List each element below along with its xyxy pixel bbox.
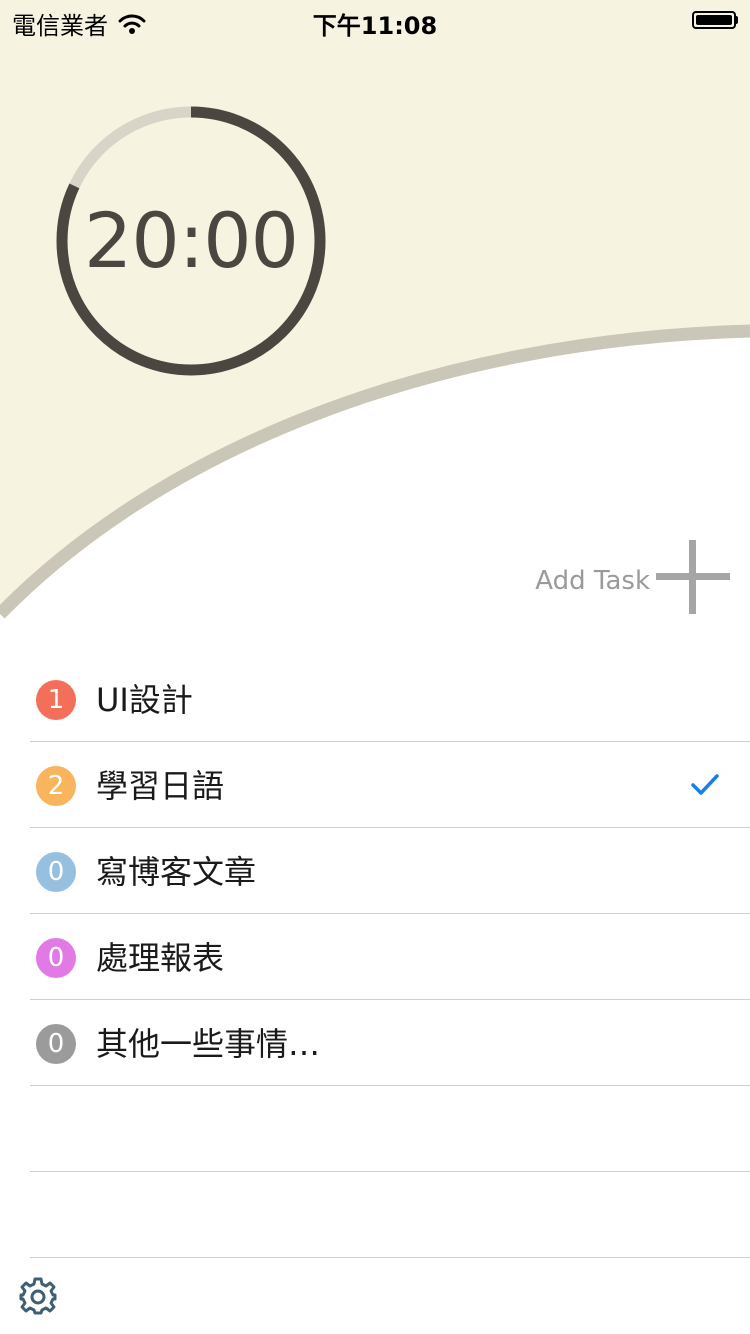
add-task-label: Add Task xyxy=(535,566,650,596)
gear-icon[interactable] xyxy=(16,1274,60,1318)
task-row-write-blog[interactable]: 0 寫博客文章 xyxy=(0,828,750,914)
task-row-ui-design[interactable]: 1 UI設計 xyxy=(0,656,750,742)
battery-tip xyxy=(735,16,738,24)
task-name: 寫博客文章 xyxy=(96,853,257,891)
battery-fill xyxy=(696,15,732,25)
task-row-process-reports[interactable]: 0 處理報表 xyxy=(0,914,750,1000)
task-row-other-things[interactable]: 0 其他一些事情… xyxy=(0,1000,750,1086)
task-count-badge: 0 xyxy=(36,1024,76,1064)
task-count-badge: 1 xyxy=(36,680,76,720)
battery-body xyxy=(692,11,736,29)
countdown-timer[interactable]: 20:00 xyxy=(56,106,326,376)
battery-icon xyxy=(692,11,738,29)
task-count-badge: 0 xyxy=(36,852,76,892)
task-count-badge: 0 xyxy=(36,938,76,978)
plus-icon xyxy=(656,540,730,614)
status-time: 下午11:08 xyxy=(312,12,438,40)
empty-row xyxy=(0,1086,750,1172)
add-task-button[interactable]: Add Task xyxy=(535,540,730,614)
task-count-badge: 2 xyxy=(36,766,76,806)
empty-row xyxy=(0,1172,750,1258)
task-list: 1 UI設計 2 學習日語 0 寫博客文章 0 處理報表 0 其他一些事情… xyxy=(0,656,750,1258)
task-name: UI設計 xyxy=(96,681,193,719)
task-name: 處理報表 xyxy=(96,939,225,977)
timer-display: 20:00 xyxy=(83,196,299,285)
status-bar: 電信業者 下午11:08 xyxy=(0,0,750,40)
task-name: 其他一些事情… xyxy=(96,1025,321,1063)
row-divider xyxy=(30,1257,750,1258)
task-row-study-japanese[interactable]: 2 學習日語 xyxy=(0,742,750,828)
task-name: 學習日語 xyxy=(96,767,225,805)
checkmark-icon xyxy=(691,774,719,795)
